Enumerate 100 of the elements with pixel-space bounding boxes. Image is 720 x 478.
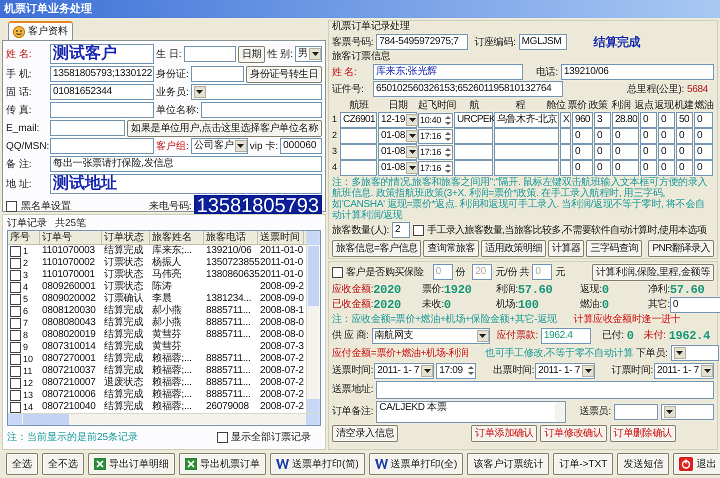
dropdown[interactable]: 2011- 1- 7 [654, 362, 714, 378]
checkbox[interactable] [10, 294, 21, 304]
input-field[interactable]: 0 [676, 144, 693, 160]
input-field[interactable] [340, 144, 377, 160]
input-field[interactable]: 0 [612, 144, 639, 160]
input-field[interactable] [50, 120, 126, 136]
input-field[interactable]: 0 [594, 144, 611, 160]
input-field[interactable]: 乌鲁木齐-北京 [494, 112, 559, 128]
input-field[interactable]: 2 [392, 222, 410, 238]
input-field[interactable]: 0 [572, 160, 593, 176]
input-field[interactable]: MGLJSM [518, 34, 567, 50]
caret-icon[interactable] [701, 364, 713, 376]
input-field[interactable] [340, 128, 377, 144]
button[interactable]: 退出 [673, 453, 720, 475]
input-field[interactable]: 0 [694, 112, 713, 128]
input-field[interactable] [50, 138, 154, 154]
input-field[interactable]: 0 [612, 128, 639, 144]
button[interactable]: 送票单打印(简) [270, 453, 365, 475]
checkbox[interactable] [413, 224, 424, 236]
button[interactable]: 订单修改确认 [540, 425, 607, 442]
input-field[interactable]: CZ6901 [340, 112, 377, 128]
time-field[interactable]: 10:40 [418, 112, 453, 128]
caret-icon[interactable] [664, 406, 676, 418]
caret-icon[interactable] [406, 114, 418, 126]
input-field[interactable] [494, 144, 559, 160]
checkbox[interactable] [10, 366, 21, 376]
input-field[interactable]: 650102560326153;652601195810132764 [373, 81, 563, 97]
input-field[interactable]: 0 [658, 128, 675, 144]
dropdown[interactable]: 2011- 1- 7 [535, 362, 596, 378]
checkbox[interactable] [10, 354, 21, 364]
caret-icon[interactable] [476, 330, 489, 342]
input-field[interactable]: 0 [640, 144, 657, 160]
time-field[interactable]: 17:16 [418, 128, 453, 144]
checkbox[interactable] [10, 270, 21, 280]
button[interactable]: 订单删除确认 [610, 425, 676, 442]
button[interactable]: 计算器 [548, 240, 584, 256]
input-field[interactable] [454, 144, 493, 160]
input-field[interactable]: 0 [676, 160, 693, 176]
button[interactable]: 导出机票订单 [179, 453, 266, 475]
button[interactable]: 全不选 [42, 453, 84, 475]
checkbox[interactable] [332, 266, 343, 278]
button[interactable]: 清空录入信息 [332, 425, 398, 442]
checkbox[interactable] [10, 318, 21, 328]
scrollbar[interactable] [8, 413, 320, 425]
button[interactable]: PNR翻译录入 [648, 240, 714, 256]
input-field[interactable] [340, 160, 377, 176]
input-field[interactable] [494, 160, 559, 176]
checkbox[interactable] [10, 330, 21, 340]
spinner-icon[interactable] [466, 364, 476, 376]
input-field[interactable]: 50 [676, 112, 693, 128]
column-header[interactable]: 订单号 [40, 231, 102, 244]
dropdown[interactable]: 男 [295, 46, 322, 62]
button[interactable]: 计算利润,保险,里程,金额等 [592, 264, 714, 280]
scrollbar[interactable] [306, 231, 320, 413]
time-field[interactable]: 17:16 [418, 144, 453, 160]
caret-icon[interactable] [309, 48, 321, 60]
button[interactable]: 适用政策明细 [480, 240, 546, 256]
input-field[interactable]: 0 [670, 296, 720, 312]
dropdown[interactable]: 南航网支 [372, 328, 490, 344]
text-area[interactable]: CA/LJEKD 本票 [376, 400, 566, 422]
button[interactable]: 订单->TXT [553, 453, 614, 475]
checkbox[interactable] [10, 306, 21, 316]
input-field[interactable]: 0 [594, 160, 611, 176]
input-field[interactable]: 0 [572, 144, 593, 160]
caret-icon[interactable] [406, 162, 418, 174]
input-field[interactable] [50, 102, 154, 118]
checkbox[interactable] [10, 342, 21, 352]
input-field[interactable]: 0 [658, 160, 675, 176]
dropdown[interactable]: 2011- 1- 7 [374, 362, 434, 378]
input-field[interactable]: 13581805793;1330122 [50, 66, 154, 82]
caret-icon[interactable] [234, 140, 247, 152]
input-field[interactable]: 每出一张票请打保险,发信息 [50, 156, 322, 172]
input-field[interactable] [560, 144, 571, 160]
button[interactable]: 查询常旅客 [423, 240, 479, 256]
input-field[interactable]: 139210/06 [560, 64, 714, 80]
column-header[interactable]: 旅客电话 [204, 231, 258, 244]
input-field[interactable] [560, 160, 571, 176]
checkbox[interactable] [6, 200, 17, 212]
tab[interactable]: 客户资料 [8, 21, 73, 40]
input-field[interactable]: 0 [676, 128, 693, 144]
input-field[interactable] [184, 46, 236, 62]
button[interactable]: 三字码查询 [586, 240, 642, 256]
button[interactable]: 订单添加确认 [471, 425, 538, 442]
button[interactable]: 旅客信息=客户信息 [332, 240, 422, 256]
input-field[interactable]: 库来东;张光辉 [373, 64, 523, 80]
checkbox[interactable] [10, 390, 21, 400]
input-field[interactable] [454, 160, 493, 176]
spinner-icon[interactable] [443, 114, 452, 126]
input-field[interactable]: 0 [612, 160, 639, 176]
input-field[interactable] [494, 128, 559, 144]
input-field[interactable]: 0 [694, 160, 713, 176]
input-field[interactable]: 0 [658, 144, 675, 160]
button[interactable]: 该客户订票统计 [467, 453, 550, 475]
spinner-icon[interactable] [443, 162, 452, 174]
input-field[interactable]: 960 [572, 112, 593, 128]
time-field[interactable]: 17:16 [418, 160, 453, 176]
input-field[interactable]: 0 [640, 128, 657, 144]
caret-icon[interactable] [194, 86, 206, 98]
caret-icon[interactable] [421, 364, 434, 376]
checkbox[interactable] [10, 246, 21, 256]
